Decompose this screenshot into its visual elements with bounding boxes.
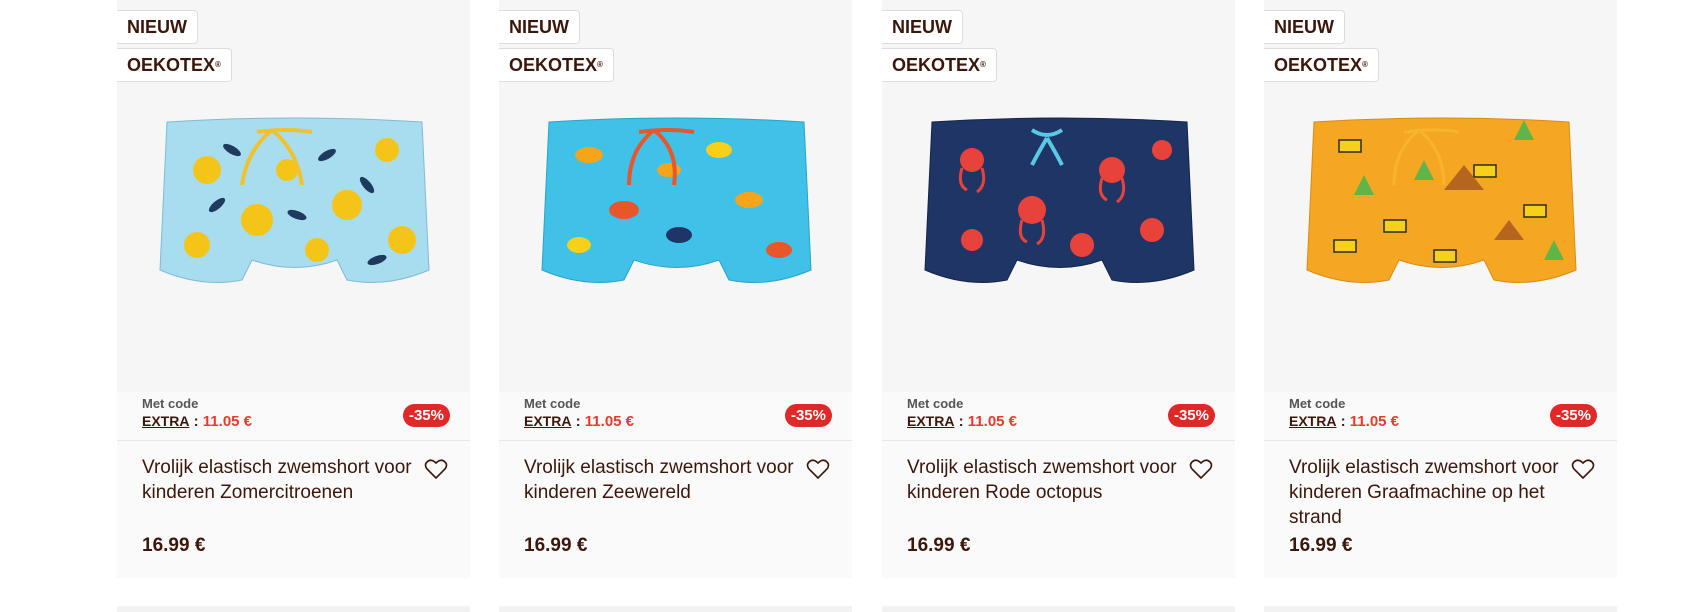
product-image[interactable]: NIEUW OEKOTEX® <box>882 0 1235 392</box>
promo-code-bar: Met code EXTRA : 11.05 € -35% <box>882 392 1235 441</box>
heart-outline-icon[interactable] <box>806 458 830 480</box>
promo-code-label: Met code <box>1289 396 1346 411</box>
promo-code-price: 11.05 € <box>202 413 253 430</box>
badge-new: NIEUW <box>117 10 198 44</box>
discount-badge: -35% <box>784 404 832 427</box>
swim-short-image <box>1306 117 1577 283</box>
promo-code-label: Met code <box>907 396 964 411</box>
product-title[interactable]: Vrolijk elastisch zwemshort voor kindere… <box>1289 455 1559 530</box>
promo-code-price: 11.05 € <box>1349 413 1400 430</box>
product-card[interactable]: NIEUW OEKOTEX® Met code EXTRA: 11.05 € … <box>117 0 470 612</box>
badge-new: NIEUW <box>1264 10 1345 44</box>
discount-badge: -35% <box>402 404 450 427</box>
promo-code-label: Met code <box>524 396 581 411</box>
next-row-card-edge <box>499 606 852 612</box>
next-row-card-edge <box>117 606 470 612</box>
swim-short-image <box>541 117 812 283</box>
promo-code-name: EXTRA <box>1289 413 1337 429</box>
product-card[interactable]: NIEUW OEKOTEX® Met code EXTRA : 11.05 € … <box>499 0 852 612</box>
swim-short-image <box>924 117 1195 283</box>
product-price: 16.99 € <box>524 535 588 556</box>
product-card[interactable]: NIEUW OEKOTEX® Met code EXTRA: 11.05 € … <box>882 0 1235 612</box>
badge-oekotex: OEKOTEX® <box>1264 48 1379 82</box>
promo-code-name: EXTRA <box>907 413 955 429</box>
promo-code-bar: Met code EXTRA : 11.05 € -35% <box>499 392 852 441</box>
discount-badge: -35% <box>1549 404 1597 427</box>
badge-oekotex: OEKOTEX® <box>499 48 614 82</box>
swim-short-image <box>159 117 430 283</box>
badge-oekotex: OEKOTEX® <box>882 48 997 82</box>
promo-code-line: EXTRA : 11.05 € <box>524 413 635 430</box>
next-row-card-edge <box>882 606 1235 612</box>
heart-outline-icon[interactable] <box>424 458 448 480</box>
promo-code-name: EXTRA <box>142 413 190 429</box>
promo-code-price: 11.05 € <box>584 413 635 430</box>
product-title[interactable]: Vrolijk elastisch zwemshort voor kindere… <box>142 455 412 505</box>
promo-code-line: EXTRA : 11.05 € <box>142 413 253 430</box>
product-grid: NIEUW OEKOTEX® Met code EXTRA: 11.05 € … <box>117 0 1617 612</box>
discount-badge: -35% <box>1167 404 1215 427</box>
product-price: 16.99 € <box>1289 535 1353 556</box>
promo-code-bar: Met code EXTRA : 11.05 € -35% <box>117 392 470 441</box>
promo-code-name: EXTRA <box>524 413 572 429</box>
badge-oekotex: OEKOTEX® <box>117 48 232 82</box>
promo-code-bar: Met code EXTRA : 11.05 € -35% <box>1264 392 1617 441</box>
promo-code-line: EXTRA : 11.05 € <box>1289 413 1400 430</box>
product-image[interactable]: NIEUW OEKOTEX® <box>499 0 852 392</box>
next-row-card-edge <box>1264 606 1617 612</box>
promo-code-label: Met code <box>142 396 199 411</box>
product-title[interactable]: Vrolijk elastisch zwemshort voor kindere… <box>524 455 794 505</box>
promo-code-line: EXTRA : 11.05 € <box>907 413 1018 430</box>
product-price: 16.99 € <box>907 535 971 556</box>
product-image[interactable]: NIEUW OEKOTEX® <box>1264 0 1617 392</box>
heart-outline-icon[interactable] <box>1189 458 1213 480</box>
badge-new: NIEUW <box>882 10 963 44</box>
heart-outline-icon[interactable] <box>1571 458 1595 480</box>
product-card[interactable]: NIEUW OEKOTEX® Met code EXTRA: 11.05 € … <box>1264 0 1617 612</box>
product-image[interactable]: NIEUW OEKOTEX® <box>117 0 470 392</box>
product-price: 16.99 € <box>142 535 206 556</box>
product-title[interactable]: Vrolijk elastisch zwemshort voor kindere… <box>907 455 1177 505</box>
promo-code-price: 11.05 € <box>967 413 1018 430</box>
badge-new: NIEUW <box>499 10 580 44</box>
